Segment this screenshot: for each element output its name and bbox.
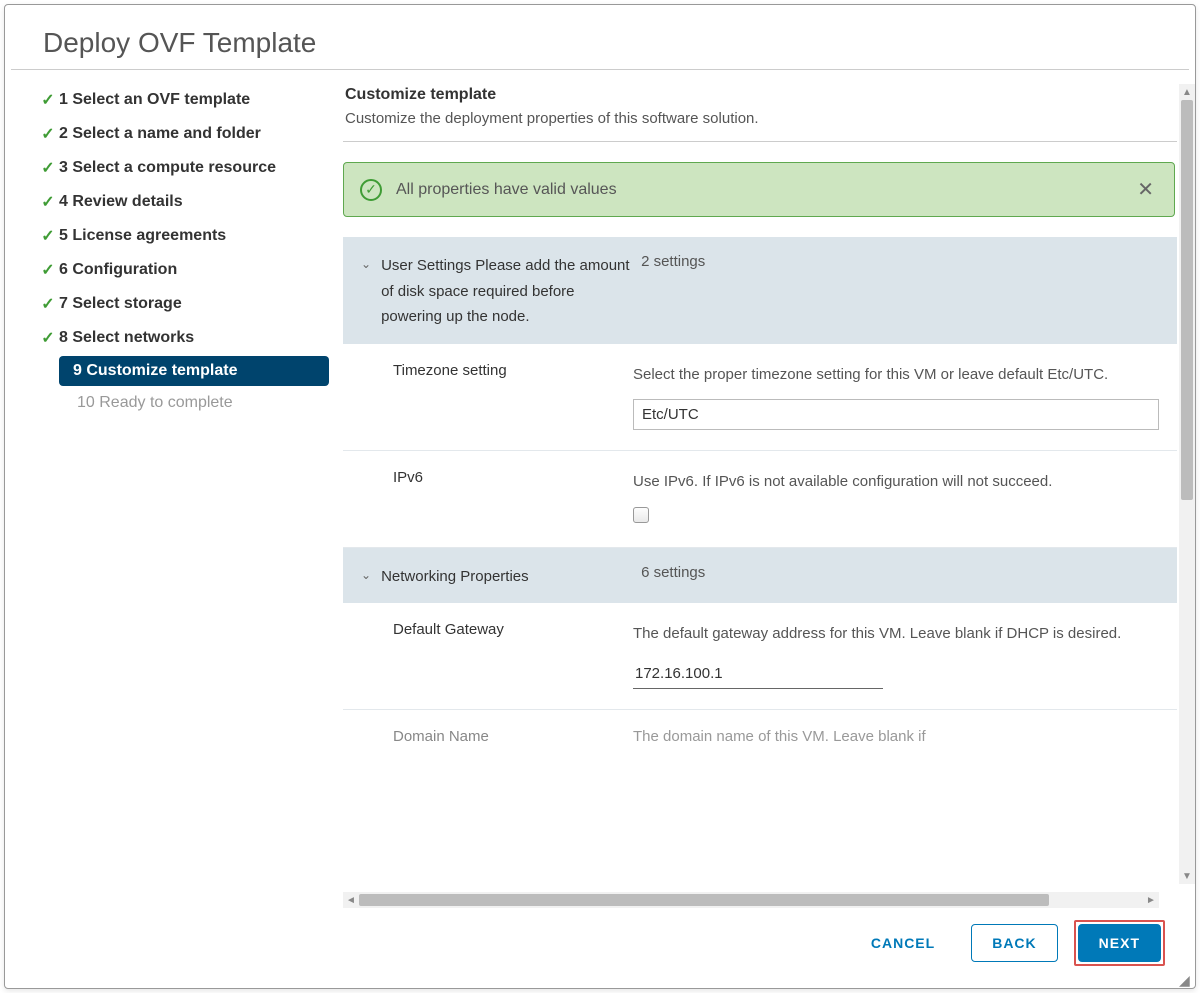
group-header-user[interactable]: ⌄ User Settings Please add the amount of… <box>343 239 1177 344</box>
close-icon[interactable]: ✕ <box>1133 177 1158 202</box>
prop-label: Default Gateway <box>393 621 633 689</box>
prop-desc: The domain name of this VM. Leave blank … <box>633 728 1159 745</box>
group-header-networking[interactable]: ⌄ Networking Properties 6 settings <box>343 550 1177 604</box>
group-label: Networking Properties <box>381 564 631 590</box>
row-timezone: Timezone setting Select the proper timez… <box>343 344 1177 452</box>
prop-label: Timezone setting <box>393 362 633 431</box>
step-10: 10 Ready to complete <box>73 388 343 418</box>
next-button-highlight: NEXT <box>1074 920 1165 966</box>
group-count: 6 settings <box>631 564 705 590</box>
timezone-input[interactable] <box>633 399 1159 430</box>
step-8[interactable]: ✓8 Select networks <box>33 322 343 354</box>
chevron-down-icon: ⌄ <box>361 253 371 330</box>
main-panel: Customize template Customize the deploym… <box>343 84 1195 908</box>
prop-desc: The default gateway address for this VM.… <box>633 621 1159 647</box>
check-icon: ✓ <box>37 158 59 178</box>
scroll-up-icon[interactable]: ▲ <box>1179 84 1195 100</box>
chevron-down-icon: ⌄ <box>361 564 371 590</box>
prop-desc: Use IPv6. If IPv6 is not available confi… <box>633 469 1159 495</box>
check-icon: ✓ <box>37 328 59 348</box>
row-ipv6: IPv6 Use IPv6. If IPv6 is not available … <box>343 451 1177 548</box>
check-icon: ✓ <box>37 124 59 144</box>
validation-banner: ✓ All properties have valid values ✕ <box>343 162 1175 217</box>
scroll-left-icon[interactable]: ◄ <box>343 892 359 908</box>
row-domain-cut: Domain Name The domain name of this VM. … <box>343 710 1177 745</box>
step-1[interactable]: ✓1 Select an OVF template <box>33 84 343 116</box>
group-networking: ⌄ Networking Properties 6 settings Defau… <box>343 548 1177 745</box>
prop-desc: Select the proper timezone setting for t… <box>633 362 1159 388</box>
banner-message: All properties have valid values <box>396 181 1133 199</box>
horizontal-scrollbar[interactable]: ◄ ► <box>343 892 1159 908</box>
group-user-settings: ⌄ User Settings Please add the amount of… <box>343 237 1177 548</box>
back-button[interactable]: BACK <box>971 924 1057 962</box>
ipv6-checkbox[interactable] <box>633 507 649 523</box>
step-3[interactable]: ✓3 Select a compute resource <box>33 152 343 184</box>
step-4[interactable]: ✓4 Review details <box>33 186 343 218</box>
prop-label: IPv6 <box>393 469 633 527</box>
dialog-footer: CANCEL BACK NEXT <box>5 908 1195 988</box>
step-7[interactable]: ✓7 Select storage <box>33 288 343 320</box>
deploy-ovf-dialog: Deploy OVF Template ✓1 Select an OVF tem… <box>4 4 1196 989</box>
gateway-input[interactable] <box>633 659 883 689</box>
checkmark-circle-icon: ✓ <box>360 179 382 201</box>
section-title: Customize template <box>343 84 1177 108</box>
step-5[interactable]: ✓5 License agreements <box>33 220 343 252</box>
check-icon: ✓ <box>37 294 59 314</box>
check-icon: ✓ <box>37 226 59 246</box>
group-count: 2 settings <box>631 253 705 330</box>
resize-handle-icon[interactable]: ◢ <box>1179 972 1193 986</box>
step-9-current[interactable]: 9 Customize template <box>59 356 329 386</box>
check-icon: ✓ <box>37 192 59 212</box>
check-icon: ✓ <box>37 90 59 110</box>
prop-label: Domain Name <box>393 728 633 745</box>
scroll-down-icon[interactable]: ▼ <box>1179 868 1195 884</box>
scroll-right-icon[interactable]: ► <box>1143 892 1159 908</box>
wizard-steps: ✓1 Select an OVF template ✓2 Select a na… <box>33 84 343 908</box>
dialog-title: Deploy OVF Template <box>11 5 1189 70</box>
dialog-body: ✓1 Select an OVF template ✓2 Select a na… <box>5 70 1195 908</box>
row-gateway: Default Gateway The default gateway addr… <box>343 603 1177 710</box>
group-label: User Settings Please add the amount of d… <box>381 253 631 330</box>
vertical-scrollbar[interactable]: ▲ ▼ <box>1179 84 1195 884</box>
h-scroll-thumb[interactable] <box>359 894 1049 906</box>
step-2[interactable]: ✓2 Select a name and folder <box>33 118 343 150</box>
v-scroll-thumb[interactable] <box>1181 100 1193 500</box>
section-subtitle: Customize the deployment properties of t… <box>343 108 1177 142</box>
check-icon: ✓ <box>37 260 59 280</box>
next-button[interactable]: NEXT <box>1078 924 1161 962</box>
step-6[interactable]: ✓6 Configuration <box>33 254 343 286</box>
cancel-button[interactable]: CANCEL <box>851 925 955 961</box>
